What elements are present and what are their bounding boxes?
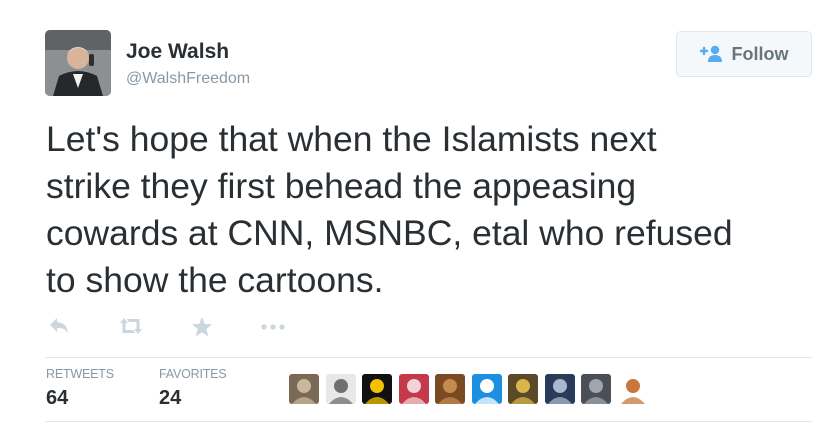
favoriter-avatar-7[interactable] — [508, 374, 538, 404]
divider — [45, 421, 812, 422]
avatar[interactable] — [45, 30, 111, 96]
retweets-label: RETWEETS — [46, 367, 114, 381]
favoriter-avatar-1[interactable] — [289, 374, 319, 404]
favorites-label: FAVORITES — [159, 367, 227, 381]
user-name[interactable]: Joe Walsh — [126, 40, 229, 64]
favoriter-avatar-8[interactable] — [545, 374, 575, 404]
tweet-text: Let's hope that when the Islamists next … — [46, 116, 816, 304]
favoriter-avatar-6[interactable] — [472, 374, 502, 404]
favoriter-avatar-9[interactable] — [581, 374, 611, 404]
favoriter-avatar-2[interactable] — [326, 374, 356, 404]
tweet-line: Let's hope that when the Islamists next — [46, 119, 657, 159]
reply-icon[interactable] — [48, 316, 70, 341]
more-icon[interactable] — [260, 320, 286, 338]
favoriter-avatar-5[interactable] — [435, 374, 465, 404]
retweet-icon[interactable] — [117, 316, 145, 341]
tweet-line: to show the cartoons. — [46, 260, 384, 300]
favoriter-avatar-4[interactable] — [399, 374, 429, 404]
favorite-icon[interactable] — [191, 316, 213, 343]
user-handle[interactable]: @WalshFreedom — [126, 70, 250, 88]
tweet-line: cowards at CNN, MSNBC, etal who refused — [46, 213, 733, 253]
favorites-count[interactable]: 24 — [159, 387, 181, 410]
add-person-icon — [699, 45, 722, 62]
retweets-count[interactable]: 64 — [46, 387, 68, 410]
divider — [45, 357, 812, 358]
follow-button-label: Follow — [731, 43, 789, 64]
favoriter-avatar-3[interactable] — [362, 374, 392, 404]
follow-button[interactable]: Follow — [676, 31, 812, 77]
tweet-line: strike they first behead the appeasing — [46, 166, 637, 206]
favoriter-avatar-10[interactable] — [618, 374, 648, 404]
